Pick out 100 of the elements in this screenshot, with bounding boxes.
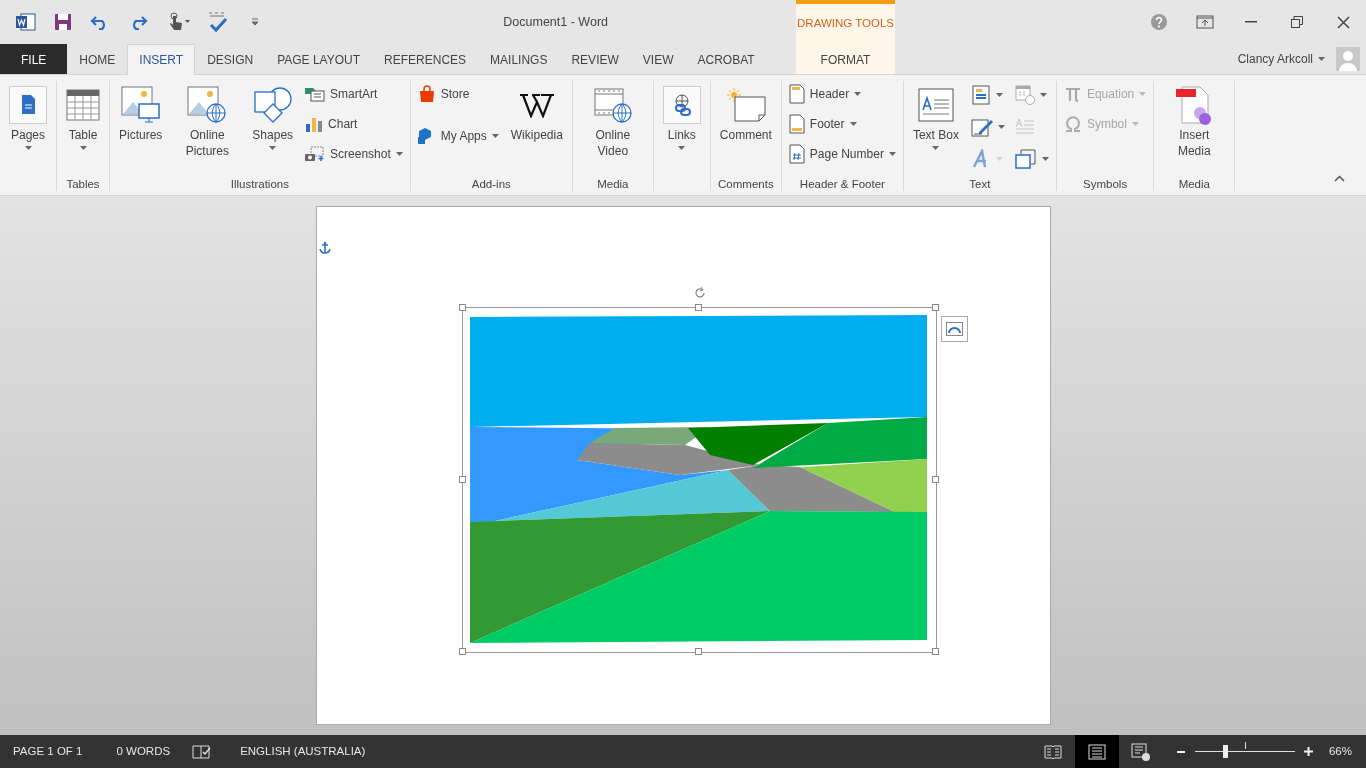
pi-icon bbox=[1063, 85, 1082, 103]
caret-icon bbox=[269, 145, 277, 150]
ribbon-button[interactable]: Screenshot bbox=[302, 143, 406, 165]
ribbon-button[interactable]: My Apps bbox=[414, 125, 502, 147]
caret-icon bbox=[678, 145, 686, 150]
omega-icon bbox=[1063, 115, 1082, 133]
zoom-slider-thumb[interactable] bbox=[1222, 745, 1228, 758]
footer-icon bbox=[788, 114, 805, 134]
ribbon-tab[interactable]: PAGE LAYOUT bbox=[265, 44, 373, 74]
ribbon-button[interactable]: Table bbox=[61, 81, 105, 153]
close-icon bbox=[1336, 15, 1350, 29]
ribbon-tab[interactable]: VIEW bbox=[630, 44, 686, 74]
group-label: Symbols bbox=[1082, 177, 1129, 191]
table-icon bbox=[66, 89, 100, 121]
layout-options-button[interactable] bbox=[940, 316, 968, 342]
ribbon-tab[interactable]: INSERT bbox=[127, 44, 196, 75]
ribbon-button[interactable]: Pages bbox=[4, 81, 52, 153]
minus-icon bbox=[1176, 750, 1185, 753]
pictures-icon bbox=[120, 86, 161, 124]
ribbon-tab[interactable]: HOME bbox=[67, 44, 128, 74]
resize-handle[interactable] bbox=[458, 304, 466, 311]
ribbon-button[interactable]: Footer bbox=[785, 113, 899, 135]
object-icon bbox=[1014, 149, 1037, 169]
store-icon bbox=[417, 85, 436, 103]
header-icon bbox=[788, 84, 805, 104]
caret-icon bbox=[888, 152, 896, 156]
save-icon bbox=[54, 13, 72, 31]
resize-handle[interactable] bbox=[931, 304, 939, 311]
ribbon-button[interactable]: Text Box bbox=[907, 81, 964, 153]
group-label: Header & Footer bbox=[798, 177, 886, 191]
pages-icon bbox=[9, 86, 47, 124]
ribbon-button[interactable]: SmartArt bbox=[302, 83, 406, 105]
caret-icon bbox=[24, 145, 32, 150]
ribbon-tab[interactable]: DESIGN bbox=[195, 44, 266, 74]
caret-icon bbox=[995, 93, 1003, 97]
contextual-tab-group: DRAWING TOOLS bbox=[796, 0, 895, 44]
resize-handle[interactable] bbox=[458, 648, 466, 655]
caret-icon bbox=[395, 152, 403, 156]
ribbon-button[interactable]: Store bbox=[414, 83, 502, 105]
minimize-icon bbox=[1245, 21, 1257, 23]
ribbon-button[interactable]: Page Number bbox=[785, 143, 899, 165]
caret-icon bbox=[849, 122, 857, 126]
ribbon-tab[interactable]: REVIEW bbox=[559, 44, 631, 74]
resize-handle[interactable] bbox=[931, 476, 939, 483]
proofing-icon bbox=[192, 743, 213, 760]
chart-icon bbox=[305, 116, 324, 132]
ribbon-button[interactable]: Comment bbox=[714, 81, 777, 145]
account-button[interactable]: Clancy Arkcoll bbox=[1234, 48, 1328, 70]
language-button[interactable]: ENGLISH (AUSTRALIA) bbox=[240, 742, 366, 761]
caret-icon bbox=[854, 92, 862, 96]
caret-icon bbox=[1039, 93, 1047, 97]
ribbon-button[interactable]: Links bbox=[657, 81, 706, 153]
signature-line-icon bbox=[970, 117, 993, 137]
status-text: PAGE 1 OF 1 bbox=[13, 743, 83, 759]
anchor-icon bbox=[318, 241, 331, 254]
resize-handle[interactable] bbox=[458, 476, 466, 483]
ribbon-button[interactable]: Shapes bbox=[247, 81, 299, 153]
web-layout-icon bbox=[1130, 742, 1151, 761]
resize-handle[interactable] bbox=[931, 648, 939, 655]
ribbon-button[interactable]: Pictures bbox=[114, 81, 168, 145]
caret-icon bbox=[491, 134, 499, 138]
ribbon-button[interactable]: Online Pictures bbox=[171, 81, 244, 161]
print-layout-icon bbox=[1087, 743, 1106, 760]
ribbon-button[interactable]: Header bbox=[785, 83, 899, 105]
avatar-icon bbox=[1336, 47, 1360, 71]
plus-icon bbox=[1304, 747, 1314, 756]
word-logo-icon bbox=[16, 13, 36, 31]
caret-icon bbox=[1041, 157, 1049, 161]
group-label: Comments bbox=[717, 177, 775, 191]
ribbon-tab[interactable]: REFERENCES bbox=[372, 44, 479, 74]
online-video-icon bbox=[593, 86, 632, 124]
zoom-level-button[interactable]: 66% bbox=[1328, 742, 1352, 761]
caret-icon bbox=[1318, 57, 1325, 61]
status-text: 0 WORDS bbox=[116, 743, 171, 759]
wikipedia-icon bbox=[518, 92, 555, 118]
resize-handle[interactable] bbox=[695, 648, 702, 655]
help-icon bbox=[1150, 13, 1168, 31]
resize-handle[interactable] bbox=[695, 304, 702, 311]
ribbon-tab[interactable]: FORMAT bbox=[796, 44, 895, 74]
date-time-icon bbox=[1014, 85, 1035, 105]
ribbon-tab[interactable]: FILE bbox=[0, 44, 68, 74]
group-label: Media bbox=[596, 177, 630, 191]
group-label: Media bbox=[1177, 177, 1211, 191]
customize-toolbar-icon bbox=[251, 18, 259, 26]
ribbon-button[interactable]: Wikipedia bbox=[505, 81, 568, 145]
comment-icon bbox=[725, 87, 766, 123]
ribbon-button[interactable]: Chart bbox=[302, 113, 406, 135]
ribbon-button[interactable]: Online Video bbox=[576, 81, 649, 161]
read-mode-icon bbox=[1043, 744, 1062, 759]
text-box-icon bbox=[917, 88, 954, 122]
ribbon-tab[interactable]: MAILINGS bbox=[478, 44, 560, 74]
group-label: Illustrations bbox=[229, 177, 290, 191]
rotate-handle-icon bbox=[692, 285, 707, 300]
ribbon-tab[interactable]: ACROBAT bbox=[685, 44, 767, 74]
group-label: Tables bbox=[65, 177, 101, 191]
spelling-check-icon bbox=[208, 11, 228, 33]
links-icon bbox=[662, 86, 701, 124]
caret-icon bbox=[1131, 122, 1139, 126]
ribbon-button[interactable]: Insert Media bbox=[1158, 81, 1231, 161]
quick-parts-icon bbox=[970, 85, 991, 105]
